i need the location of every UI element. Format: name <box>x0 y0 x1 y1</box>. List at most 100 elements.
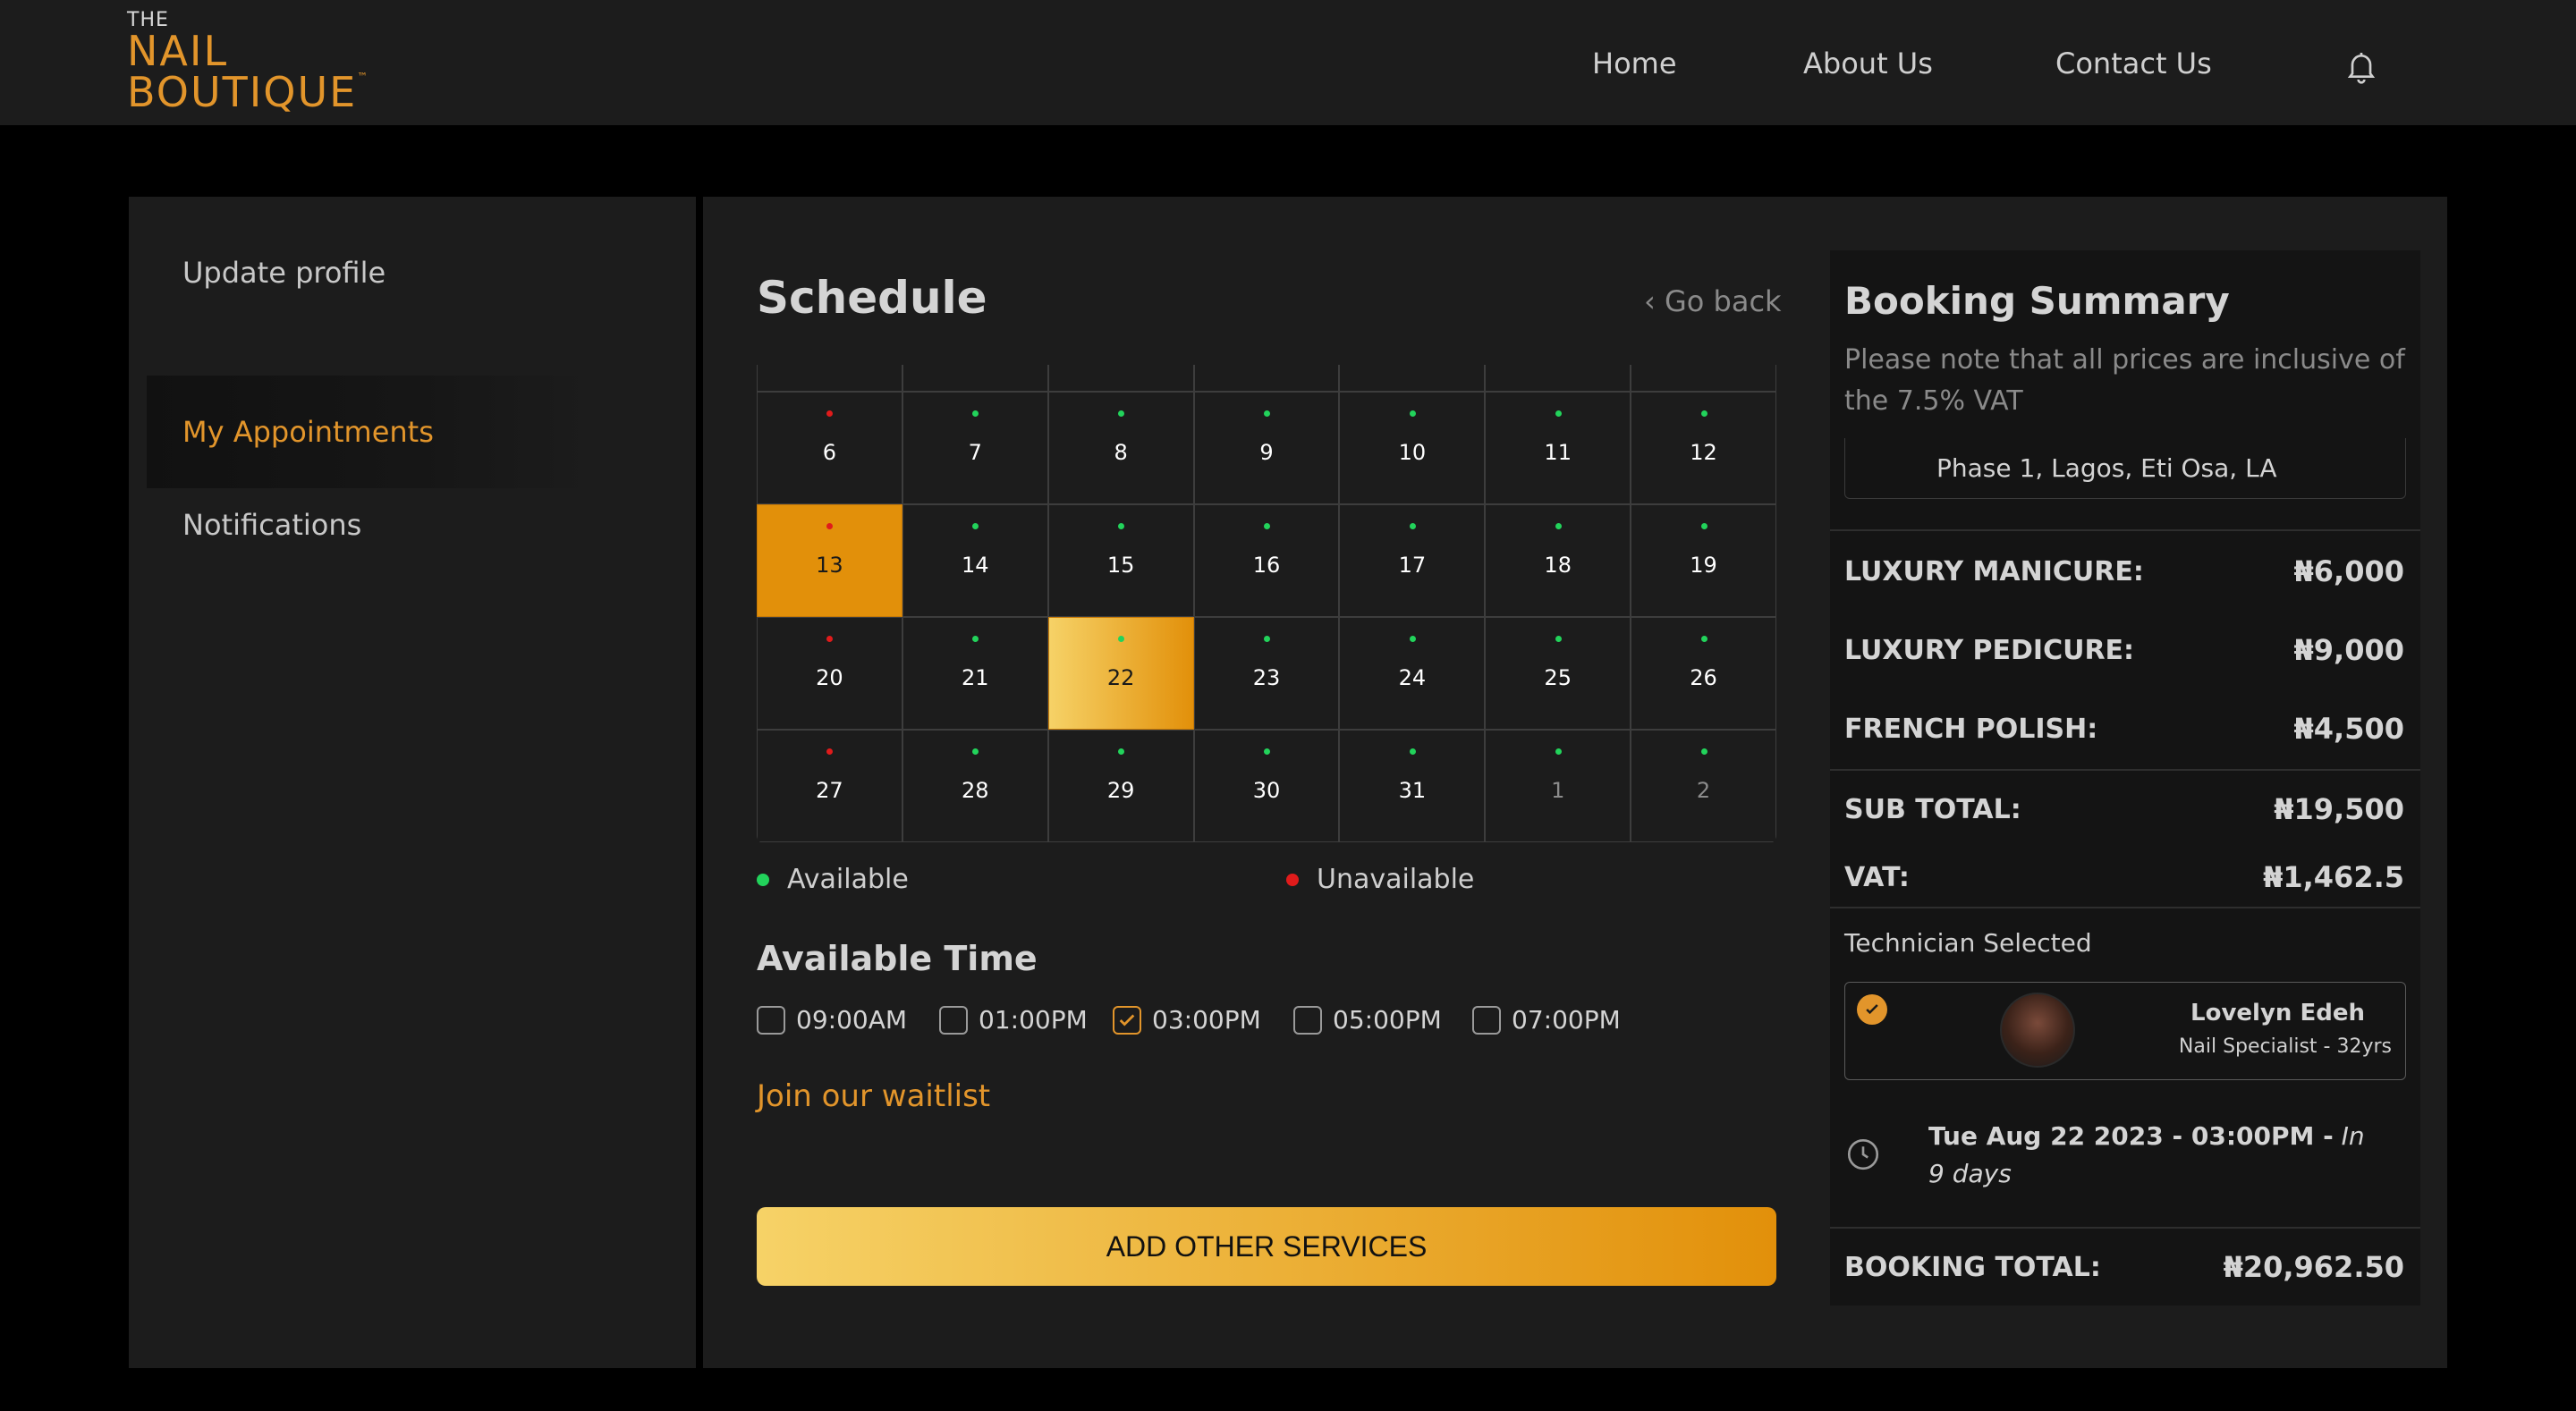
calendar-day-26[interactable]: 26 <box>1631 617 1776 730</box>
available-dot-icon <box>1263 523 1270 529</box>
calendar-day-25[interactable]: 25 <box>1485 617 1631 730</box>
available-dot-icon <box>972 636 979 642</box>
checkbox[interactable] <box>1293 1005 1322 1035</box>
check-icon <box>1119 1014 1135 1027</box>
available-dot-icon <box>1409 748 1416 755</box>
service-price-pedicure: ₦9,000 <box>2293 633 2404 667</box>
calendar-day-28[interactable]: 28 <box>902 730 1048 842</box>
booking-total-value: ₦20,962.50 <box>2223 1250 2404 1284</box>
calendar-day-30[interactable]: 30 <box>1193 730 1340 842</box>
available-dot-icon <box>1118 410 1125 417</box>
address-field[interactable]: Phase 1, Lagos, Eti Osa, LA <box>1844 438 2406 499</box>
calendar-day-number: 19 <box>1690 553 1717 578</box>
calendar-day-22[interactable]: 22 <box>1047 617 1194 730</box>
available-dot-icon <box>1700 636 1707 642</box>
top-nav: THE NAIL BOUTIQUE™ Home About Us Contact… <box>0 0 2576 125</box>
available-dot-icon <box>1700 748 1707 755</box>
logo-trademark: ™ <box>357 71 370 83</box>
calendar-day-20[interactable]: 20 <box>757 617 902 730</box>
calendar-day-number: 27 <box>816 778 843 803</box>
add-other-services-button[interactable]: ADD OTHER SERVICES <box>757 1207 1776 1286</box>
nav-about-link[interactable]: About Us <box>1803 46 1933 80</box>
calendar-day-10[interactable]: 10 <box>1339 392 1486 504</box>
legend-unavailable-label: Unavailable <box>1317 864 1475 895</box>
booking-summary-title: Booking Summary <box>1844 279 2230 323</box>
technician-role: Nail Specialist - 32yrs <box>2178 1035 2392 1058</box>
calendar-day-18[interactable]: 18 <box>1485 504 1631 617</box>
calendar-day-number: 26 <box>1690 665 1717 690</box>
available-dot-icon <box>972 748 979 755</box>
checkbox[interactable] <box>1472 1005 1501 1035</box>
nav-home-link[interactable]: Home <box>1592 46 1677 80</box>
calendar-day-21[interactable]: 21 <box>902 617 1048 730</box>
calendar-day-17[interactable]: 17 <box>1339 504 1486 617</box>
calendar-day-number: 9 <box>1259 440 1274 465</box>
nav-contact-link[interactable]: Contact Us <box>2055 46 2212 80</box>
available-dot-icon <box>1555 748 1562 755</box>
calendar-day-8[interactable]: 8 <box>1047 392 1194 504</box>
available-dot-icon <box>1555 523 1562 529</box>
service-label-manicure: LUXURY MANICURE: <box>1844 556 2144 587</box>
time-label: 01:00PM <box>979 1005 1088 1035</box>
calendar-day-6[interactable]: 6 <box>757 392 902 504</box>
unavailable-dot-icon <box>826 523 834 529</box>
divider <box>1830 529 2420 531</box>
calendar-day-27[interactable]: 27 <box>757 730 902 842</box>
service-label-french-polish: FRENCH POLISH: <box>1844 714 2098 745</box>
calendar-day-number: 17 <box>1398 553 1427 578</box>
check-icon <box>1866 1004 1878 1015</box>
calendar-day-number: 10 <box>1398 440 1427 465</box>
checkbox[interactable] <box>939 1005 968 1035</box>
available-dot-icon <box>1700 523 1707 529</box>
sidebar-item-update-profile[interactable]: Update profile <box>147 216 594 329</box>
calendar-day-16[interactable]: 16 <box>1193 504 1340 617</box>
brand-logo[interactable]: THE NAIL BOUTIQUE™ <box>127 11 369 114</box>
technician-avatar <box>2000 993 2075 1068</box>
unavailable-dot-icon <box>1286 873 1299 886</box>
calendar-day-number: 31 <box>1398 778 1427 803</box>
calendar-day-2-next-month[interactable]: 2 <box>1631 730 1776 842</box>
available-dot-icon <box>972 523 979 529</box>
calendar-day-15[interactable]: 15 <box>1047 504 1194 617</box>
time-label: 07:00PM <box>1512 1005 1621 1035</box>
service-price-french-polish: ₦4,500 <box>2293 712 2404 746</box>
logo-line2: BOUTIQUE™ <box>127 72 369 113</box>
go-back-link[interactable]: ‹ Go back <box>1644 284 1782 318</box>
legend-unavailable: Unavailable <box>1286 864 1474 895</box>
join-waitlist-link[interactable]: Join our waitlist <box>757 1078 990 1114</box>
checkbox-checked[interactable] <box>1113 1005 1141 1035</box>
calendar-day-9[interactable]: 9 <box>1193 392 1340 504</box>
calendar-day-24[interactable]: 24 <box>1339 617 1486 730</box>
calendar-day-number: 29 <box>1106 778 1135 803</box>
calendar-day-13[interactable]: 13 <box>757 504 902 617</box>
calendar-day-1-next-month[interactable]: 1 <box>1485 730 1631 842</box>
calendar-day-number: 25 <box>1544 665 1572 690</box>
calendar-day-11[interactable]: 11 <box>1485 392 1631 504</box>
checkbox[interactable] <box>757 1005 785 1035</box>
technician-card[interactable] <box>1844 982 2406 1080</box>
calendar-day-number: 2 <box>1696 778 1711 803</box>
available-dot-icon <box>1263 410 1270 417</box>
calendar-day-31[interactable]: 31 <box>1339 730 1486 842</box>
time-option-0700pm[interactable]: 07:00PM <box>1472 1005 1621 1035</box>
subtotal-label: SUB TOTAL: <box>1844 794 2021 825</box>
time-option-0100pm[interactable]: 01:00PM <box>939 1005 1088 1035</box>
calendar-day-7[interactable]: 7 <box>902 392 1048 504</box>
calendar-day-14[interactable]: 14 <box>902 504 1048 617</box>
bell-icon[interactable] <box>2343 48 2379 84</box>
technician-selected-label: Technician Selected <box>1844 928 2092 958</box>
time-option-0900am[interactable]: 09:00AM <box>757 1005 907 1035</box>
calendar-day-23[interactable]: 23 <box>1193 617 1340 730</box>
calendar-cell-partial <box>1339 365 1486 392</box>
vat-value: ₦1,462.5 <box>2263 860 2404 894</box>
time-option-0300pm[interactable]: 03:00PM <box>1113 1005 1261 1035</box>
time-option-0500pm[interactable]: 05:00PM <box>1293 1005 1442 1035</box>
legend-available-label: Available <box>787 864 909 895</box>
sidebar-item-notifications[interactable]: Notifications <box>147 469 594 581</box>
calendar-day-29[interactable]: 29 <box>1047 730 1194 842</box>
calendar-day-19[interactable]: 19 <box>1631 504 1776 617</box>
calendar-day-number: 14 <box>961 553 989 578</box>
calendar-day-number: 7 <box>968 440 982 465</box>
calendar-day-number: 23 <box>1252 665 1281 690</box>
calendar-day-12[interactable]: 12 <box>1631 392 1776 504</box>
